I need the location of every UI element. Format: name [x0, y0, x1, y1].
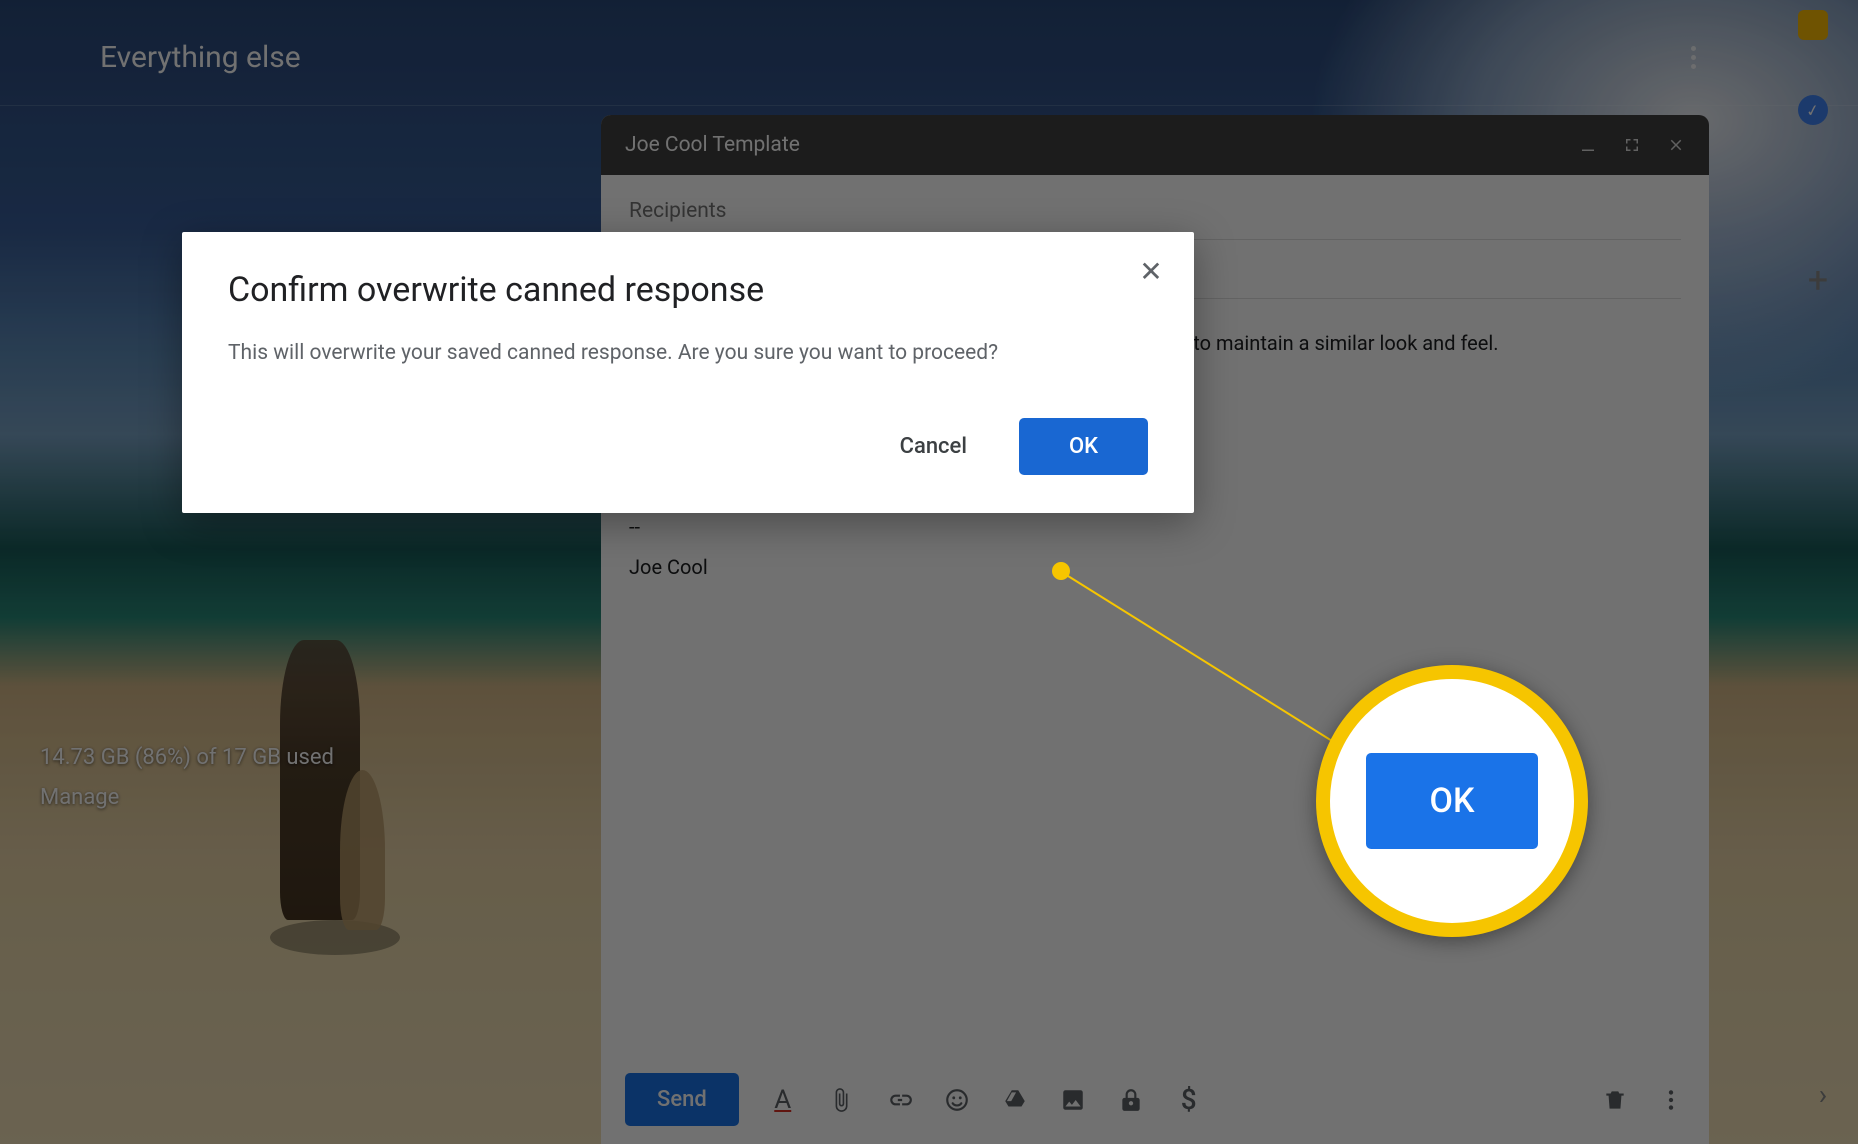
dialog-message: This will overwrite your saved canned re… [228, 338, 1148, 370]
callout-zoom-circle: OK [1316, 665, 1588, 937]
dialog-title: Confirm overwrite canned response [228, 270, 1148, 310]
cancel-button[interactable]: Cancel [876, 418, 991, 475]
ok-button[interactable]: OK [1019, 418, 1148, 475]
callout-ok-button: OK [1366, 753, 1539, 849]
callout-anchor-dot [1052, 562, 1070, 580]
confirm-dialog: ✕ Confirm overwrite canned response This… [182, 232, 1194, 513]
dialog-close-icon[interactable]: ✕ [1136, 256, 1166, 286]
dialog-actions: Cancel OK [228, 418, 1148, 475]
dialog-scrim[interactable] [0, 0, 1858, 1144]
